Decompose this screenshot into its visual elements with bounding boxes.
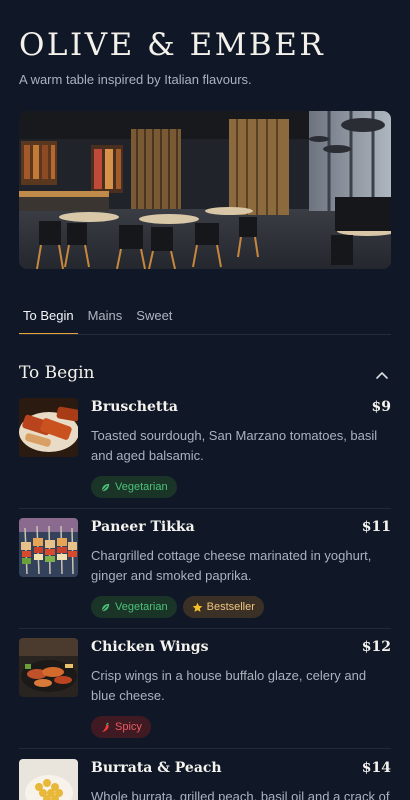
paneer-tikka-photo (19, 518, 78, 577)
item-badges: Vegetarian (91, 476, 177, 498)
burrata-peach-photo (19, 759, 78, 800)
chili-icon (101, 722, 109, 732)
leaf-icon (101, 603, 110, 611)
badge-label: Vegetarian (115, 481, 168, 493)
tab-mains[interactable]: Mains (84, 300, 127, 335)
menu-tabs: To Begin Mains Sweet (19, 300, 182, 335)
tabs-divider (19, 334, 391, 335)
item-divider (19, 628, 391, 629)
item-name: Chicken Wings (91, 639, 209, 655)
star-icon (192, 602, 202, 612)
item-divider (19, 508, 391, 509)
tab-sweet[interactable]: Sweet (132, 300, 176, 335)
chevron-up-icon[interactable] (372, 366, 392, 386)
item-name: Burrata & Peach (91, 760, 222, 776)
chicken-wings-photo (19, 638, 78, 697)
badge-label: Spicy (115, 721, 142, 733)
tab-to-begin[interactable]: To Begin (19, 300, 78, 335)
restaurant-interior-photo (19, 111, 391, 269)
leaf-icon (101, 483, 110, 491)
restaurant-name: OLIVE & EMBER (19, 27, 326, 63)
item-name: Paneer Tikka (91, 519, 195, 535)
vegetarian-badge: Vegetarian (91, 596, 177, 618)
badge-label: Vegetarian (115, 601, 168, 613)
tagline: A warm table inspired by Italian flavour… (19, 72, 252, 87)
badge-label: Bestseller (206, 601, 255, 613)
bruschetta-photo (19, 398, 78, 457)
bestseller-badge: Bestseller (182, 596, 264, 618)
item-description: Whole burrata, grilled peach, basil oil … (91, 789, 390, 800)
item-badges: Spicy (91, 716, 151, 738)
section-title: To Begin (19, 363, 95, 383)
item-price: $9 (371, 399, 391, 415)
item-name: Bruschetta (91, 399, 178, 415)
item-description: Toasted sourdough, San Marzano tomatoes,… (91, 428, 378, 463)
item-price: $14 (361, 760, 391, 776)
item-price: $12 (361, 639, 391, 655)
item-description: Chargrilled cottage cheese marinated in … (91, 548, 372, 583)
item-divider (19, 748, 391, 749)
item-badges: Vegetarian Bestseller (91, 596, 264, 618)
item-price: $11 (361, 519, 391, 535)
spicy-badge: Spicy (91, 716, 151, 738)
vegetarian-badge: Vegetarian (91, 476, 177, 498)
item-description: Crisp wings in a house buffalo glaze, ce… (91, 668, 367, 703)
